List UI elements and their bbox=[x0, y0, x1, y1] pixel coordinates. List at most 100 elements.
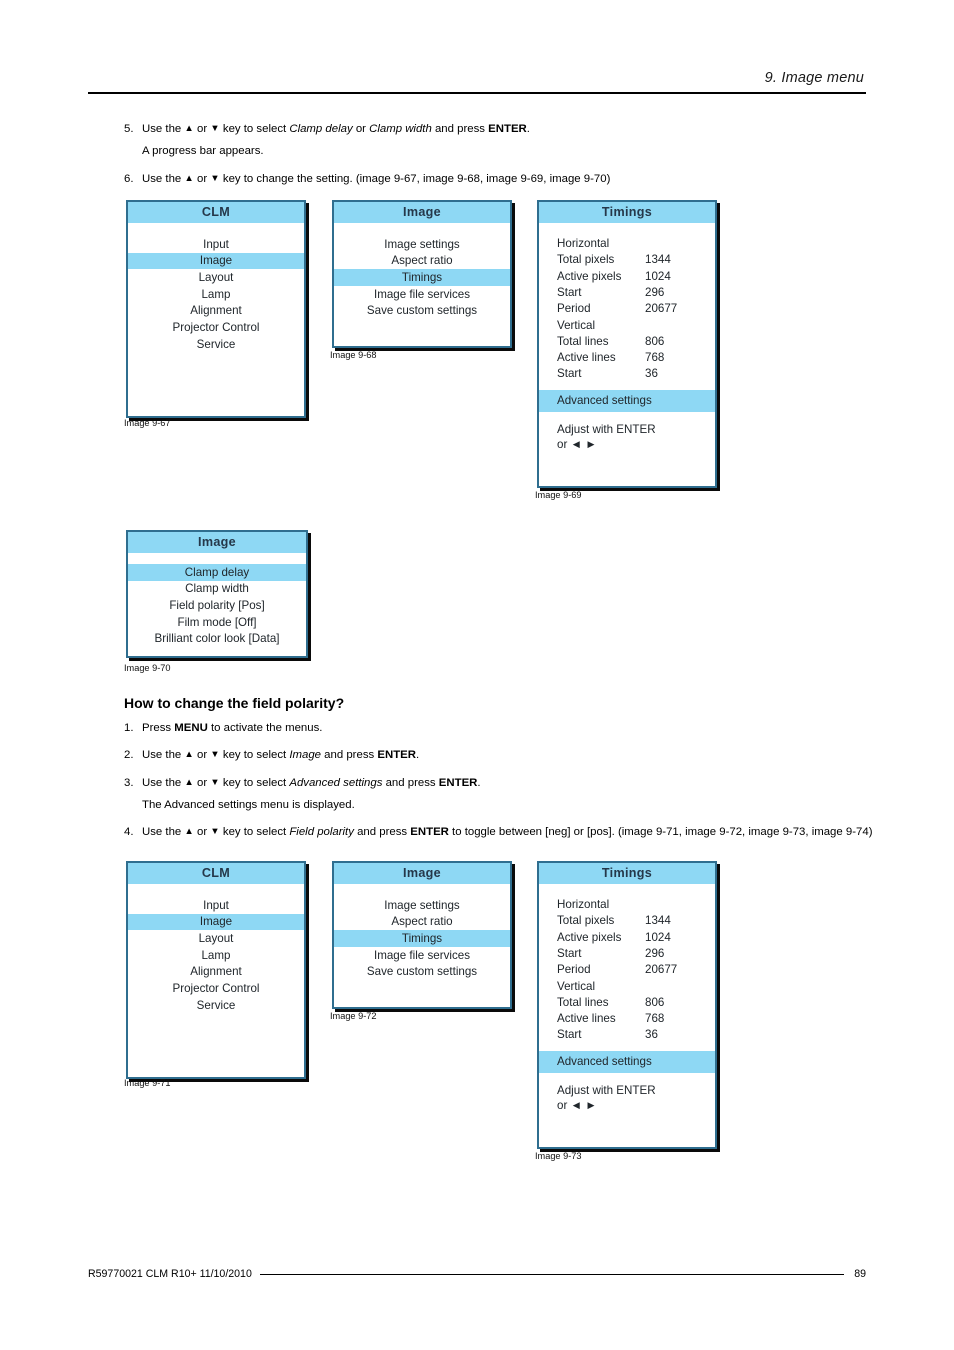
osd-timings-row-2[interactable]: Active pixels1024 bbox=[539, 269, 715, 285]
osd-image-item-3[interactable]: Image file services bbox=[334, 286, 510, 303]
osd-image2-item-1[interactable]: Aspect ratio bbox=[334, 914, 510, 931]
osd-clm-item-4[interactable]: Alignment bbox=[128, 303, 304, 320]
osd-timings-row-value: 806 bbox=[645, 335, 715, 349]
osd-image2-item-4[interactable]: Save custom settings bbox=[334, 964, 510, 981]
text-run: Image bbox=[289, 749, 321, 761]
procedure-step: 6.Use the ▲ or ▼ key to change the setti… bbox=[124, 172, 884, 186]
osd-timings2-row-4[interactable]: Period20677 bbox=[539, 962, 715, 978]
caption-image-9-67: Image 9-67 bbox=[124, 418, 170, 428]
osd-timings2-row-value: 20677 bbox=[645, 963, 715, 977]
osd-timings-row-value bbox=[645, 319, 715, 333]
osd-image2-item-3[interactable]: Image file services bbox=[334, 947, 510, 964]
osd-timings-row-6[interactable]: Total lines806 bbox=[539, 334, 715, 350]
osd-image2-item-0[interactable]: Image settings bbox=[334, 897, 510, 914]
osd-filler bbox=[128, 1014, 304, 1077]
osd-timings2-row-6[interactable]: Total lines806 bbox=[539, 995, 715, 1011]
osd-image-adv-item-3[interactable]: Film mode [Off] bbox=[128, 614, 306, 631]
osd-timings2-row-8[interactable]: Start36 bbox=[539, 1027, 715, 1043]
step-number: 3. bbox=[124, 776, 142, 790]
osd-clm-item-3[interactable]: Lamp bbox=[128, 286, 304, 303]
steps-section: 1.Press MENU to activate the menus.2.Use… bbox=[124, 721, 884, 852]
osd-timings2-row-3[interactable]: Start296 bbox=[539, 946, 715, 962]
osd-timings-row-label: Total pixels bbox=[557, 253, 645, 267]
osd-menu-timings-2[interactable]: TimingsHorizontalTotal pixels1344Active … bbox=[537, 861, 717, 1149]
osd-timings2-hint-line2: or ◄ ► bbox=[557, 1099, 597, 1112]
osd-timings2-row-0[interactable]: Horizontal bbox=[539, 897, 715, 913]
osd-timings2-row-value: 768 bbox=[645, 1012, 715, 1026]
footer-page-number: 89 bbox=[844, 1268, 866, 1280]
osd-image-item-2[interactable]: Timings bbox=[334, 269, 510, 286]
osd-timings2-row-label: Total lines bbox=[557, 996, 645, 1010]
osd-timings-row-0[interactable]: Horizontal bbox=[539, 236, 715, 252]
text-run: ▼ bbox=[210, 123, 219, 134]
page-header: 9. Image menu bbox=[88, 70, 866, 94]
text-run: ▲ bbox=[184, 749, 193, 760]
osd-timings-row-7[interactable]: Active lines768 bbox=[539, 350, 715, 366]
osd-clm-item-6[interactable]: Service bbox=[128, 336, 304, 353]
osd-menu-clm-2[interactable]: CLMInputImageLayoutLampAlignmentProjecto… bbox=[126, 861, 306, 1079]
step-text: Use the ▲ or ▼ key to select Advanced se… bbox=[142, 776, 884, 790]
osd-image-item-1[interactable]: Aspect ratio bbox=[334, 253, 510, 270]
osd-timings-advanced-settings[interactable]: Advanced settings bbox=[539, 390, 715, 412]
text-run: ▼ bbox=[210, 173, 219, 184]
osd-timings-row-label: Total lines bbox=[557, 335, 645, 349]
osd-menu-timings[interactable]: TimingsHorizontalTotal pixels1344Active … bbox=[537, 200, 717, 488]
osd-timings2-row-label: Active lines bbox=[557, 1012, 645, 1026]
osd-timings2-row-label: Active pixels bbox=[557, 931, 645, 945]
osd-image-adv-item-2[interactable]: Field polarity [Pos] bbox=[128, 597, 306, 614]
osd-spacer bbox=[539, 223, 715, 236]
osd-timings2-row-7[interactable]: Active lines768 bbox=[539, 1011, 715, 1027]
osd-timings2-row-5[interactable]: Vertical bbox=[539, 978, 715, 994]
osd-timings-row-1[interactable]: Total pixels1344 bbox=[539, 252, 715, 268]
osd-timings-row-4[interactable]: Period20677 bbox=[539, 301, 715, 317]
osd-timings2-advanced-settings[interactable]: Advanced settings bbox=[539, 1051, 715, 1073]
text-run: ENTER bbox=[410, 826, 449, 838]
osd-filler bbox=[128, 353, 304, 416]
osd-spacer bbox=[334, 223, 510, 236]
osd-clm2-item-2[interactable]: Layout bbox=[128, 930, 304, 947]
osd-filler bbox=[334, 980, 510, 1007]
osd-menu-clm[interactable]: CLMInputImageLayoutLampAlignmentProjecto… bbox=[126, 200, 306, 418]
procedure-step: 3.Use the ▲ or ▼ key to select Advanced … bbox=[124, 776, 884, 790]
osd-timings2-row-1[interactable]: Total pixels1344 bbox=[539, 913, 715, 929]
osd-clm-item-0[interactable]: Input bbox=[128, 236, 304, 253]
osd-timings-row-label: Active lines bbox=[557, 351, 645, 365]
osd-timings-row-5[interactable]: Vertical bbox=[539, 317, 715, 333]
osd-timings2-hint: Adjust with ENTERor ◄ ► bbox=[539, 1073, 715, 1116]
osd-clm-item-1[interactable]: Image bbox=[128, 253, 304, 270]
steps-top: 5.Use the ▲ or ▼ key to select Clamp del… bbox=[124, 122, 884, 199]
osd-menu-image[interactable]: ImageImage settingsAspect ratioTimingsIm… bbox=[332, 200, 512, 348]
caption-image-9-71: Image 9-71 bbox=[124, 1078, 170, 1088]
osd-image-item-0[interactable]: Image settings bbox=[334, 236, 510, 253]
osd-image-item-4[interactable]: Save custom settings bbox=[334, 303, 510, 320]
osd-menu-image-2[interactable]: ImageImage settingsAspect ratioTimingsIm… bbox=[332, 861, 512, 1009]
osd-image-adv-item-4[interactable]: Brilliant color look [Data] bbox=[128, 631, 306, 648]
osd-image2-item-2[interactable]: Timings bbox=[334, 930, 510, 947]
osd-clm2-item-5[interactable]: Projector Control bbox=[128, 980, 304, 997]
osd-clm-item-5[interactable]: Projector Control bbox=[128, 319, 304, 336]
osd-timings2-row-value bbox=[645, 980, 715, 994]
osd-clm2-item-4[interactable]: Alignment bbox=[128, 964, 304, 981]
text-run: ▲ bbox=[184, 123, 193, 134]
text-run: ENTER bbox=[488, 123, 527, 135]
osd-clm2-item-3[interactable]: Lamp bbox=[128, 947, 304, 964]
osd-clm-item-2[interactable]: Layout bbox=[128, 269, 304, 286]
step-number: 6. bbox=[124, 172, 142, 186]
osd-timings-row-label: Horizontal bbox=[557, 237, 645, 251]
osd-timings-row-label: Period bbox=[557, 302, 645, 316]
osd-clm2-item-6[interactable]: Service bbox=[128, 997, 304, 1014]
osd-clm2-item-1[interactable]: Image bbox=[128, 914, 304, 931]
caption-image-9-68: Image 9-68 bbox=[330, 350, 376, 360]
osd-timings2-row-2[interactable]: Active pixels1024 bbox=[539, 930, 715, 946]
osd-timings2-hint-line1: Adjust with ENTER bbox=[557, 1083, 709, 1099]
osd-clm2-item-0[interactable]: Input bbox=[128, 897, 304, 914]
osd-image-adv-item-1[interactable]: Clamp width bbox=[128, 581, 306, 598]
osd-timings-row-3[interactable]: Start296 bbox=[539, 285, 715, 301]
osd-menu-image-advanced[interactable]: ImageClamp delayClamp widthField polarit… bbox=[126, 530, 308, 658]
text-run: ▼ bbox=[210, 777, 219, 788]
step-number: 4. bbox=[124, 825, 142, 839]
osd-spacer bbox=[128, 223, 304, 236]
osd-image-adv-item-0[interactable]: Clamp delay bbox=[128, 564, 306, 581]
caption-image-9-72: Image 9-72 bbox=[330, 1011, 376, 1021]
osd-timings-row-8[interactable]: Start36 bbox=[539, 366, 715, 382]
